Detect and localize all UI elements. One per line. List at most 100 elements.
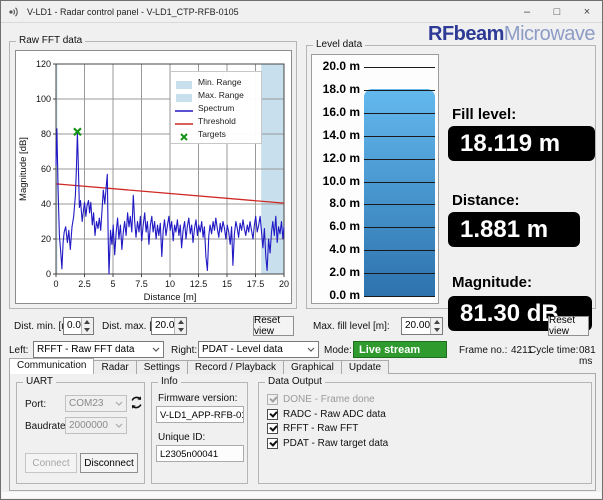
max-fill-level-spinner[interactable]: 20.00 — [401, 317, 443, 335]
level-data-group-label: Level data — [313, 39, 366, 50]
tab-settings[interactable]: Settings — [135, 360, 188, 374]
svg-text:20: 20 — [41, 234, 51, 244]
tab-radar[interactable]: Radar — [93, 360, 137, 374]
level-tick-label: 14.0 m — [322, 127, 360, 142]
disconnect-button[interactable]: Disconnect — [80, 453, 138, 473]
svg-text:17.5: 17.5 — [247, 279, 265, 289]
chevron-down-icon — [303, 347, 318, 352]
level-tick-label: 4.0 m — [329, 242, 360, 257]
fft-chart-panel[interactable]: 0 20 40 60 80 100 120 0 2.5 5 7.5 10 12.5 15 17.5 20 Dis… — [15, 50, 292, 304]
level-tick-label: 16.0 m — [322, 104, 360, 119]
tab-communication[interactable]: Communication — [9, 358, 95, 374]
refresh-ports-icon[interactable] — [129, 395, 144, 410]
checkbox-icon[interactable] — [267, 408, 278, 420]
line-swatch — [175, 116, 193, 126]
checkbox-label: RADC - Raw ADC data — [283, 408, 386, 420]
checkbox-row-pdat[interactable]: PDAT - Raw target data — [267, 437, 388, 450]
level-data-group: Level data 20.0 m 18.0 m 16.0 m 14.0 m 12.0 … — [306, 39, 596, 331]
close-button[interactable]: × — [572, 1, 602, 22]
level-gridline — [364, 296, 435, 297]
firmware-version-field[interactable]: V-LD1_APP-RFB-0105 — [156, 406, 244, 423]
radar-app-icon — [9, 6, 18, 17]
info-group-label: Info — [158, 376, 181, 387]
svg-text:10: 10 — [165, 279, 175, 289]
baudrate-combo: 2000000 — [65, 417, 127, 434]
cycle-time-value: 081 ms — [579, 345, 596, 367]
port-combo: COM23 — [65, 395, 127, 412]
max-fill-level-label: Max. fill level [m]: — [313, 321, 390, 332]
checkbox-icon[interactable] — [267, 437, 278, 449]
legend-label: Min. Range — [198, 76, 242, 87]
legend-label: Targets — [198, 128, 226, 139]
mode-status-badge: Live stream — [353, 341, 447, 358]
dist-min-value[interactable]: 0.0 — [64, 318, 81, 334]
minimize-button[interactable]: – — [512, 1, 542, 22]
max-fill-up-icon[interactable] — [431, 318, 442, 326]
dist-max-up-icon[interactable] — [175, 318, 186, 326]
svg-text:60: 60 — [41, 164, 51, 174]
level-gauge-panel: 20.0 m 18.0 m 16.0 m 14.0 m 12.0 m 10.0 m 8.0 … — [311, 54, 439, 304]
dist-max-down-icon[interactable] — [175, 326, 186, 334]
level-gridline — [364, 204, 435, 206]
fft-legend: Min. Range Max. Range Spectrum Threshold Tar… — [170, 71, 262, 144]
filllevel-value-box: 18.119 m — [448, 126, 595, 161]
app-window: V-LD1 - Radar control panel - V-LD1_CTP-… — [0, 0, 603, 500]
dist-min-spinner[interactable]: 0.0 — [63, 317, 94, 335]
level-tick-label: 20.0 m — [322, 59, 360, 73]
svg-text:100: 100 — [36, 94, 51, 104]
svg-text:20: 20 — [279, 279, 289, 289]
checkbox-label: PDAT - Raw target data — [283, 437, 389, 449]
maximize-button[interactable]: □ — [542, 1, 572, 22]
tab-strip: Communication Radar Settings Record / Playb… — [9, 358, 390, 374]
checkbox-row-rfft[interactable]: RFFT - Raw FFT — [267, 422, 358, 435]
level-reset-view-button[interactable]: Reset view — [548, 315, 589, 337]
logo-part1: RFbeam — [428, 23, 504, 45]
unique-id-field[interactable]: L2305n00041 — [156, 445, 244, 462]
legend-item: Max. Range — [175, 88, 257, 102]
fft-x-axis-label: Distance [m] — [144, 292, 197, 303]
checkbox-row-radc[interactable]: RADC - Raw ADC data — [267, 408, 386, 421]
svg-text:120: 120 — [36, 59, 51, 69]
max-fill-down-icon[interactable] — [431, 326, 442, 334]
max-fill-level-value[interactable]: 20.00 — [402, 318, 430, 334]
rfbeam-logo: RFbeamMicrowave — [428, 23, 595, 46]
chevron-down-icon — [111, 423, 126, 428]
port-value: COM23 — [69, 398, 104, 409]
info-group: Info Firmware version: V-LD1_APP-RFB-010… — [151, 376, 248, 484]
level-bar — [364, 88, 435, 297]
right-stream-value: PDAT - Level data — [202, 344, 283, 355]
unique-id-label: Unique ID: — [158, 432, 206, 443]
tab-graphical[interactable]: Graphical — [283, 360, 342, 374]
fill-swatch — [175, 77, 193, 89]
dist-max-value[interactable]: 20.0 — [152, 318, 174, 334]
dist-min-up-icon[interactable] — [82, 318, 93, 326]
level-tick-label: 12.0 m — [322, 150, 360, 165]
level-tick-label: 2.0 m — [329, 265, 360, 280]
level-tick-label: 8.0 m — [329, 196, 360, 211]
fft-reset-view-button[interactable]: Reset view — [253, 315, 294, 337]
connect-button: Connect — [25, 453, 77, 473]
checkbox-icon[interactable] — [267, 423, 278, 434]
baudrate-label: Baudrate: — [25, 421, 69, 432]
left-stream-value: RFFT - Raw FFT data — [37, 344, 135, 355]
svg-text:12.5: 12.5 — [190, 279, 208, 289]
level-gridline — [364, 273, 435, 275]
dist-min-down-icon[interactable] — [82, 326, 93, 334]
svg-text:40: 40 — [41, 199, 51, 209]
level-tick-label: 0.0 m — [329, 288, 360, 302]
line-swatch — [175, 103, 193, 113]
uart-group: UART Port: COM23 Baudrate: 2000000 Conne… — [16, 376, 145, 484]
mode-label: Mode: — [324, 345, 352, 356]
data-output-group: Data Output DONE - Frame done RADC - Raw … — [258, 376, 592, 484]
tab-update[interactable]: Update — [340, 360, 390, 374]
legend-label: Threshold — [198, 115, 236, 126]
level-gridline — [364, 250, 435, 252]
tab-panel-communication: UART Port: COM23 Baudrate: 2000000 Conne… — [9, 373, 596, 491]
dist-max-spinner[interactable]: 20.0 — [151, 317, 187, 335]
uart-group-label: UART — [23, 376, 57, 387]
level-gridline — [364, 112, 435, 114]
left-stream-combo[interactable]: RFFT - Raw FFT data — [33, 341, 164, 358]
tab-record-playback[interactable]: Record / Playback — [186, 360, 285, 374]
level-tick-label: 6.0 m — [329, 219, 360, 234]
right-stream-combo[interactable]: PDAT - Level data — [198, 341, 319, 358]
